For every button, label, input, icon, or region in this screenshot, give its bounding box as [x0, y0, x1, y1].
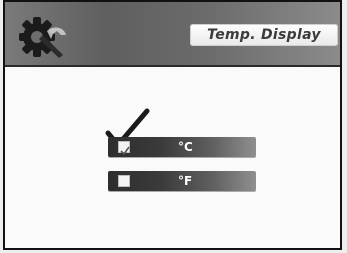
option-celsius[interactable]: °C [108, 137, 256, 157]
checkbox-celsius[interactable] [118, 141, 130, 156]
page-title: Temp. Display [207, 27, 321, 43]
option-label-fahrenheit: °F [178, 174, 193, 188]
option-label-celsius: °C [178, 140, 193, 154]
gear-icon [17, 11, 69, 59]
content-area: °C °F [5, 67, 340, 248]
header-bar: Temp. Display [5, 2, 340, 67]
temp-display-screen: Temp. Display °C °F [3, 0, 342, 250]
option-fahrenheit[interactable]: °F [108, 171, 256, 191]
checkbox-fahrenheit[interactable] [118, 175, 130, 187]
title-pill: Temp. Display [190, 24, 338, 46]
